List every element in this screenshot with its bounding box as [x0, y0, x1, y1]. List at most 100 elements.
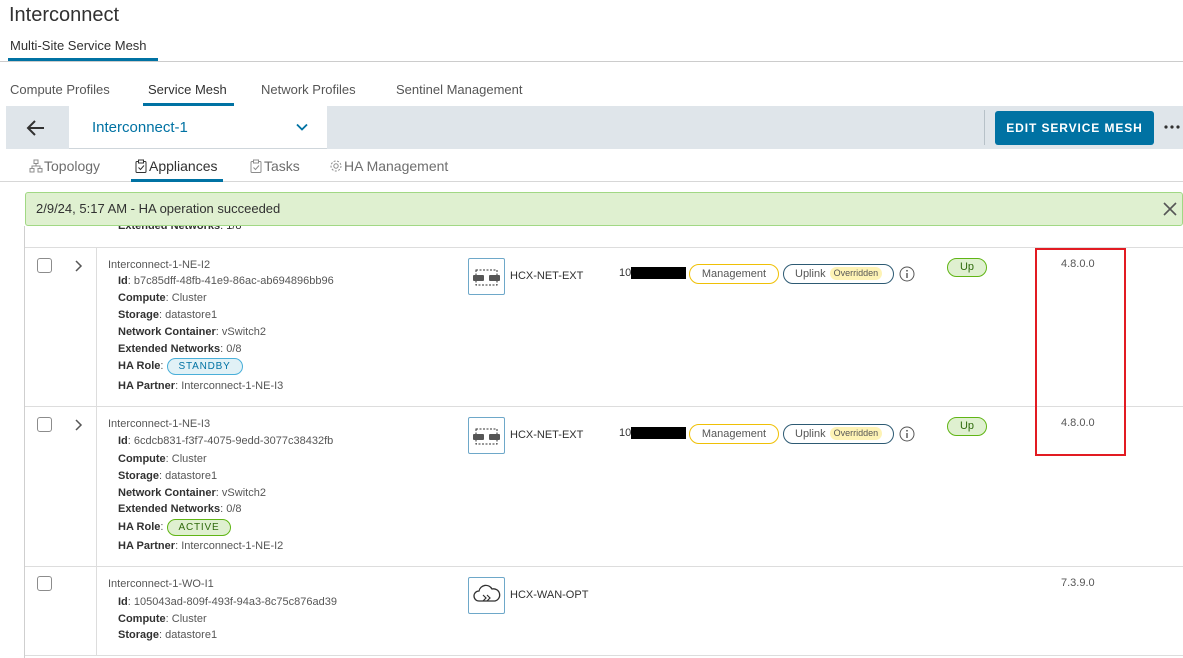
overridden-tag: Overridden — [829, 267, 883, 280]
detail-label: Storage — [118, 470, 159, 482]
ha-partner-value: Interconnect-1-NE-I3 — [181, 380, 284, 392]
success-alert: 2/9/24, 5:17 AM - HA operation succeeded — [25, 192, 1183, 226]
detail-label: Compute — [118, 292, 166, 304]
storage-value: datastore1 — [165, 309, 218, 321]
tab-appliances-label: Appliances — [149, 158, 218, 174]
detail-label: Compute — [118, 613, 166, 625]
overridden-tag: Overridden — [829, 427, 883, 440]
clipboard-icon — [250, 159, 262, 173]
appliance-type: HCX-NET-EXT — [510, 429, 584, 441]
topology-icon — [29, 159, 43, 173]
extended-networks-value: 0/8 — [226, 343, 242, 355]
redaction-bar — [631, 267, 686, 279]
detail-label: Storage — [118, 309, 159, 321]
tab-appliances[interactable]: Appliances — [134, 158, 218, 174]
detail-label: Id — [118, 435, 128, 447]
row-checkbox[interactable] — [37, 576, 52, 591]
appliance-name: Interconnect-1-WO-I1 — [108, 578, 214, 590]
extended-networks-value: 0/8 — [226, 503, 242, 515]
ip-address: 10 — [619, 267, 632, 279]
column-divider — [96, 567, 97, 655]
clipboard-icon — [135, 159, 147, 173]
appliance-name: Interconnect-1-NE-I2 — [108, 259, 211, 271]
management-network-badge: Management — [689, 264, 779, 284]
detail-label: HA Partner — [118, 540, 176, 552]
tab-network-profiles[interactable]: Network Profiles — [261, 82, 356, 97]
management-network-badge: Management — [689, 424, 779, 444]
detail-label: HA Role — [118, 521, 161, 533]
info-icon[interactable] — [899, 266, 915, 282]
detail-label: Compute — [118, 453, 166, 465]
tab-topology[interactable]: Topology — [29, 158, 100, 174]
divider — [0, 61, 1183, 62]
status-badge: Up — [947, 258, 987, 277]
table-row: Interconnect-1-WO-I1 Id: 105043ad-809f-4… — [25, 567, 1183, 655]
detail-label: Storage — [118, 629, 159, 641]
ellipsis-icon[interactable] — [1163, 116, 1181, 138]
close-icon[interactable] — [1162, 201, 1178, 217]
compute-value: Cluster — [171, 613, 207, 625]
table-row: Interconnect-1-NE-I3 Id: 6cdcb831-f3f7-4… — [25, 407, 1183, 566]
compute-value: Cluster — [171, 453, 207, 465]
uplink-network-badge: Uplink Overridden — [783, 264, 894, 284]
status-badge: Up — [947, 417, 987, 436]
gear-icon — [330, 160, 342, 172]
chevron-down-icon — [295, 120, 309, 134]
alert-message: 2/9/24, 5:17 AM - HA operation succeeded — [36, 201, 281, 216]
uplink-network-badge: Uplink Overridden — [783, 424, 894, 444]
edit-service-mesh-button[interactable]: EDIT SERVICE MESH — [995, 111, 1154, 145]
appliance-name: Interconnect-1-NE-I3 — [108, 418, 211, 430]
appliance-id: 6cdcb831-f3f7-4075-9edd-3077c38432fb — [133, 435, 334, 447]
appliance-type: HCX-WAN-OPT — [510, 589, 589, 601]
back-arrow-icon[interactable] — [24, 116, 48, 140]
chevron-right-icon[interactable] — [73, 259, 85, 273]
storage-value: datastore1 — [165, 629, 218, 641]
network-container-value: vSwitch2 — [221, 487, 266, 499]
detail-label: Id — [118, 275, 128, 287]
tab-tasks-label: Tasks — [264, 158, 300, 174]
appliance-id: b7c85dff-48fb-41e9-86ac-ab694896bb96 — [133, 275, 334, 287]
detail-label: Extended Networks — [118, 343, 221, 355]
tab-sentinel-management[interactable]: Sentinel Management — [396, 82, 522, 97]
selected-mesh: Interconnect-1 — [92, 119, 188, 136]
network-extension-icon — [468, 417, 505, 454]
chevron-right-icon[interactable] — [73, 418, 85, 432]
row-checkbox[interactable] — [37, 258, 52, 273]
tab-multi-site-service-mesh[interactable]: Multi-Site Service Mesh — [10, 38, 147, 60]
uplink-label: Uplink — [795, 428, 826, 440]
column-divider — [96, 248, 97, 406]
compute-value: Cluster — [171, 292, 207, 304]
tab-service-mesh[interactable]: Service Mesh — [148, 82, 227, 97]
mesh-toolbar: Interconnect-1 EDIT SERVICE MESH — [6, 106, 1183, 149]
page-title: Interconnect — [9, 4, 120, 26]
uplink-label: Uplink — [795, 268, 826, 280]
storage-value: datastore1 — [165, 470, 218, 482]
sub-tabs: Topology Appliances Tasks HA Management — [0, 150, 1183, 182]
ip-address: 10 — [619, 427, 632, 439]
row-checkbox[interactable] — [37, 417, 52, 432]
network-extension-icon — [468, 258, 505, 295]
tab-ha-management[interactable]: HA Management — [329, 158, 448, 174]
ha-partner-value: Interconnect-1-NE-I2 — [181, 540, 284, 552]
highlight-box — [1035, 248, 1126, 456]
service-mesh-select[interactable]: Interconnect-1 — [69, 106, 327, 149]
appliance-type: HCX-NET-EXT — [510, 270, 584, 282]
column-divider — [96, 407, 97, 566]
ha-role-badge: STANDBY — [166, 358, 243, 375]
detail-label: HA Role — [118, 360, 161, 372]
redaction-bar — [631, 427, 686, 439]
detail-label: Extended Networks — [118, 503, 221, 515]
detail-label: HA Partner — [118, 380, 176, 392]
row-divider — [25, 655, 1183, 656]
info-icon[interactable] — [899, 426, 915, 442]
table-row: Interconnect-1-NE-I2 Id: b7c85dff-48fb-4… — [25, 248, 1183, 406]
network-container-value: vSwitch2 — [221, 326, 266, 338]
detail-label: Id — [118, 596, 128, 608]
detail-label: Network Container — [118, 326, 216, 338]
tab-topology-label: Topology — [44, 158, 101, 174]
version-value: 7.3.9.0 — [1061, 577, 1095, 589]
tab-compute-profiles[interactable]: Compute Profiles — [10, 82, 110, 97]
appliance-id: 105043ad-809f-493f-94a3-8c75c876ad39 — [133, 596, 337, 608]
active-tab-indicator — [131, 179, 223, 182]
tab-tasks[interactable]: Tasks — [249, 158, 300, 174]
